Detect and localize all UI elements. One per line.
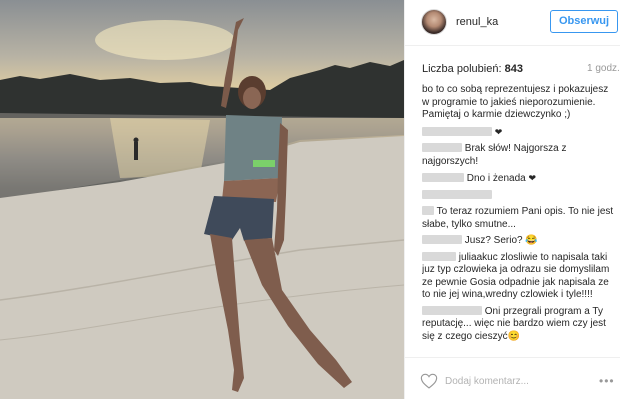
heart-outline-icon[interactable] xyxy=(420,373,438,389)
likes-count: Liczba polubień: 843 xyxy=(422,63,523,75)
heart-emoji-icon: ❤ xyxy=(528,173,537,183)
comment-item: Jusz? Serio? 😂 xyxy=(422,235,614,248)
post-footer: ••• xyxy=(405,357,620,399)
comment-item: Brak słów! Najgorsza z najgorszych! xyxy=(422,143,614,168)
comment-text: To teraz rozumiem Pani opis. To nie jest… xyxy=(422,206,614,230)
comment-item: bo to co sobą reprezentujesz i pokazujes… xyxy=(422,84,614,122)
comment-item: To teraz rozumiem Pani opis. To nie jest… xyxy=(422,206,614,231)
likes-label: Liczba polubień: xyxy=(422,63,502,75)
follow-button[interactable]: Obserwuj xyxy=(550,10,618,33)
username[interactable]: renul_ka xyxy=(456,16,498,28)
post-timestamp: 1 godz. xyxy=(587,63,620,74)
redacted-username xyxy=(422,173,464,182)
redacted-username xyxy=(422,235,462,244)
likes-number: 843 xyxy=(504,63,523,75)
post-photo[interactable] xyxy=(0,0,404,399)
comment-item: ❤ xyxy=(422,126,614,140)
comment-text: Dno i żenada xyxy=(466,173,526,184)
beach-sunset-scene xyxy=(0,18,404,399)
heart-emoji-icon: ❤ xyxy=(494,126,503,137)
comment-text: Jusz? Serio? 😂 xyxy=(464,235,538,246)
comment-item xyxy=(422,189,614,203)
redacted-username xyxy=(422,189,492,199)
redacted-username xyxy=(422,305,482,315)
redacted-username xyxy=(422,206,434,215)
comment-item: Dno i żenada ❤ xyxy=(422,172,614,186)
avatar[interactable] xyxy=(421,9,447,35)
comment-text: bo to co sobą reprezentujesz i pokazujes… xyxy=(422,84,609,120)
redacted-username xyxy=(422,251,456,261)
redacted-username xyxy=(422,126,492,136)
comment-item: Oni przegrali program a Ty reputację... … xyxy=(422,305,614,344)
post-header: renul_ka Obserwuj xyxy=(405,0,620,46)
redacted-username xyxy=(422,143,462,152)
comments-list[interactable]: bo to co sobą reprezentujesz i pokazujes… xyxy=(422,84,614,356)
add-comment-input[interactable] xyxy=(445,373,585,389)
comment-item: juliaakuc zlosliwie to napisala taki juz… xyxy=(422,251,614,302)
more-options-icon[interactable]: ••• xyxy=(599,374,615,388)
post-side-panel: renul_ka Obserwuj Liczba polubień: 843 1… xyxy=(404,0,620,399)
